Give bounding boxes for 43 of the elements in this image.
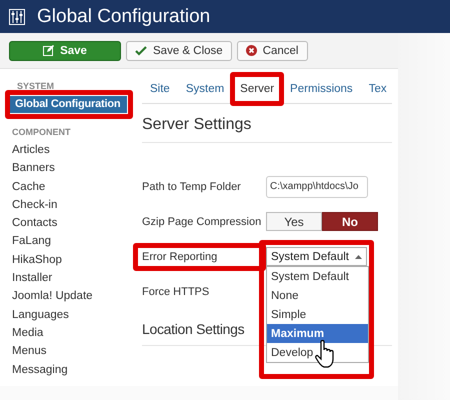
tab[interactable]: Permissions <box>282 83 361 103</box>
error-reporting-select[interactable]: System Default <box>266 247 367 266</box>
tab[interactable]: Site <box>142 83 178 103</box>
sidebar-item[interactable]: Articles <box>12 141 136 160</box>
sidebar-item[interactable]: Global Configuration <box>10 96 127 113</box>
tab[interactable]: Tex <box>360 83 395 103</box>
toggle-option[interactable]: No <box>322 212 378 231</box>
toolbar-button[interactable]: Save & Close <box>126 40 232 60</box>
sidebar-item[interactable]: FaLang <box>12 232 136 251</box>
tab[interactable]: System <box>178 83 232 103</box>
toggle-option[interactable]: Yes <box>266 212 322 231</box>
sidebar-item[interactable]: Menus <box>12 342 136 361</box>
sliders-icon <box>9 8 25 24</box>
dropdown-option[interactable]: Maximum <box>267 324 368 343</box>
sidebar-heading: SYSTEM <box>16 81 56 91</box>
sidebar-item[interactable]: Media <box>12 324 136 342</box>
sidebar-item[interactable]: Languages <box>12 306 136 324</box>
dropdown-option[interactable]: System Default <box>267 267 368 286</box>
dropdown-option[interactable]: Develop <box>267 343 368 362</box>
field-label: Gzip Page Compression <box>142 216 262 228</box>
temp-folder-field[interactable]: C:\xampp\htdocs\Jo <box>266 176 368 198</box>
sidebar-item[interactable]: Cache <box>12 178 136 196</box>
dropdown-option[interactable]: Simple <box>267 305 368 324</box>
field-label: Path to Temp Folder <box>142 180 241 192</box>
sidebar-heading: COMPONENT <box>11 127 72 137</box>
page-title: Global Configuration <box>37 6 210 28</box>
sidebar-item[interactable]: Contacts <box>12 214 136 232</box>
field-label: Error Reporting <box>142 250 218 262</box>
check-icon <box>135 46 147 56</box>
sidebar-item[interactable]: Banners <box>12 159 136 178</box>
dropdown-option[interactable]: None <box>267 286 368 305</box>
sidebar-item[interactable]: Joomla! Update <box>12 287 136 306</box>
toolbar-button[interactable]: Cancel <box>236 40 308 60</box>
sidebar-item[interactable]: Check-in <box>12 196 136 214</box>
save-button[interactable]: Save <box>9 40 121 60</box>
sidebar-item[interactable]: Messaging <box>12 360 136 379</box>
edit-icon <box>43 45 54 56</box>
cancel-icon <box>246 45 257 56</box>
sidebar-item[interactable]: HikaShop <box>12 250 136 270</box>
caret-icon <box>355 254 362 258</box>
sidebar-item[interactable]: Installer <box>12 269 136 288</box>
section-heading: Server Settings <box>142 116 392 143</box>
field-label: Force HTTPS <box>142 286 210 298</box>
